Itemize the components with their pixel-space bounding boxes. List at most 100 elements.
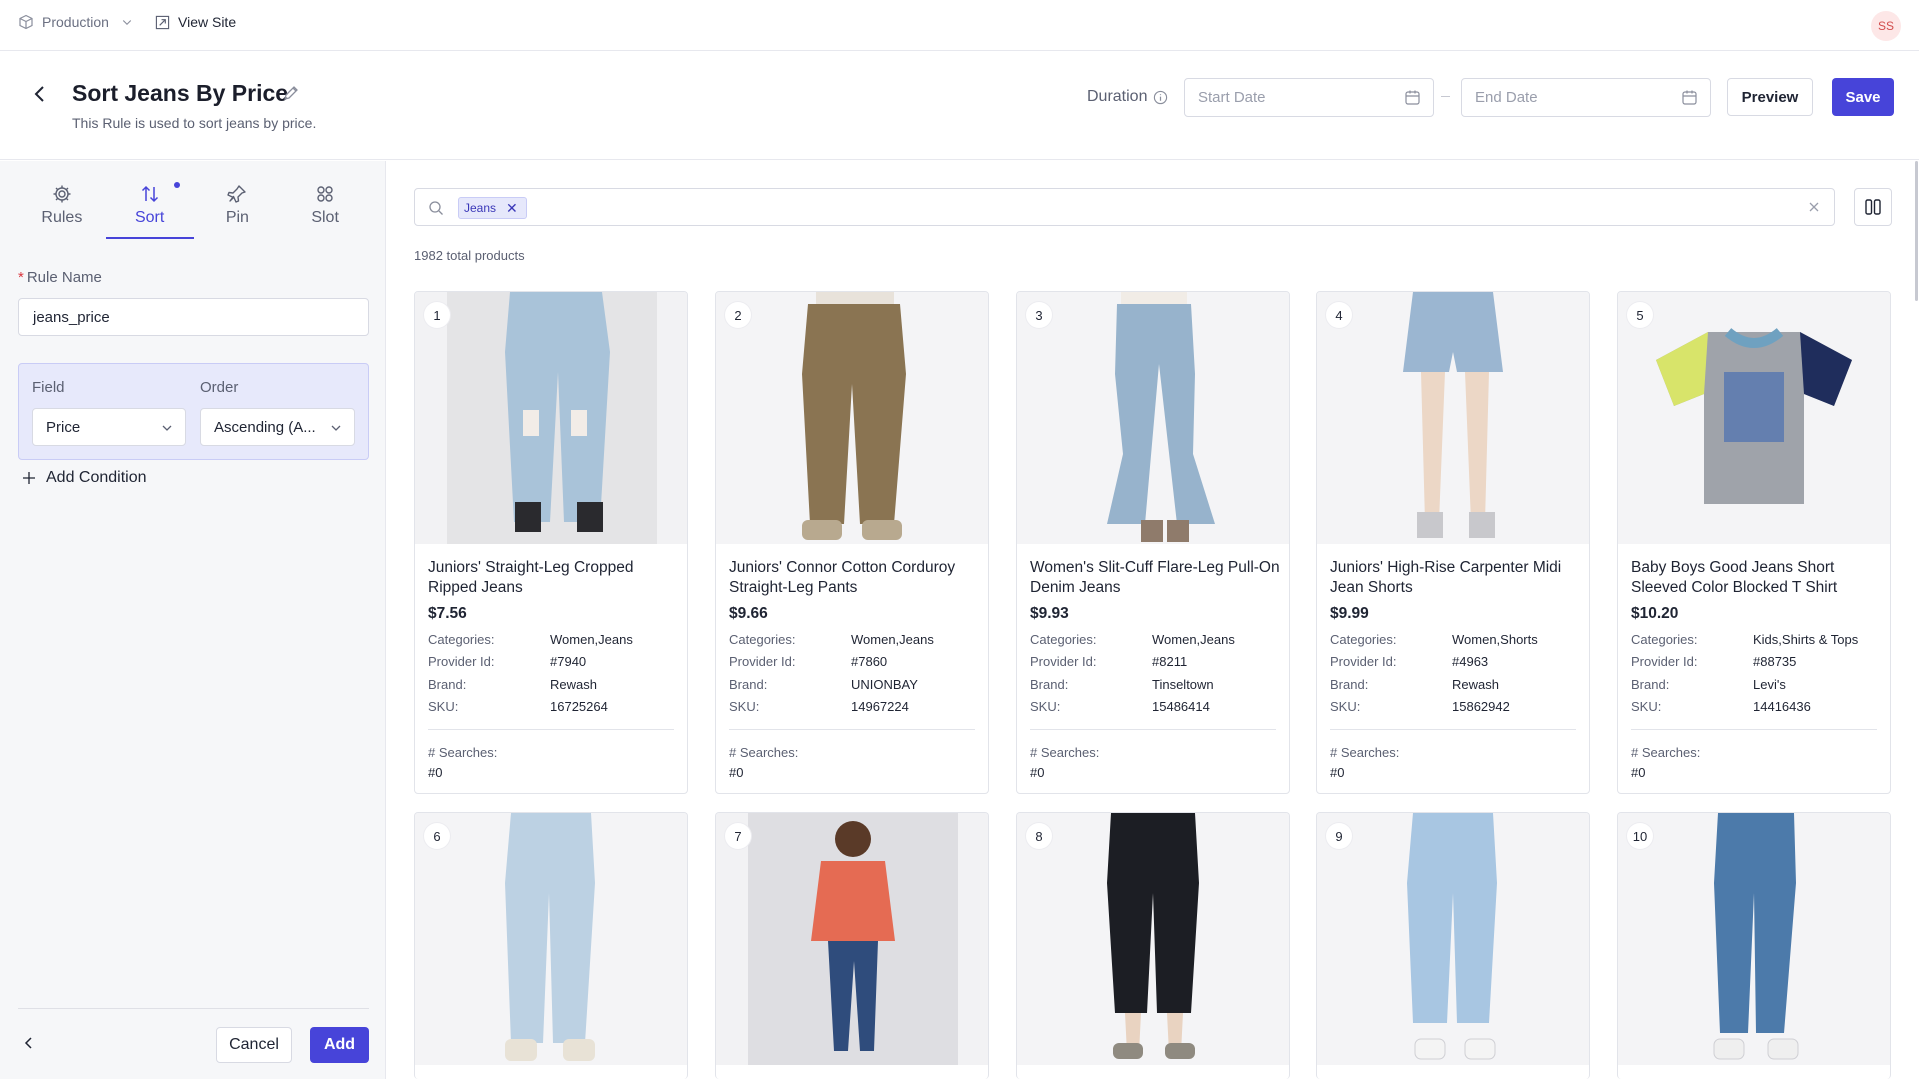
tab-slot-label: Slot [311,209,339,226]
brand-label: Brand: [1631,677,1670,692]
categories-value: Women,Jeans [851,632,934,647]
chevron-down-icon [122,20,132,26]
add-condition-button[interactable]: Add Condition [22,469,147,487]
product-search[interactable]: Jeans ✕ [414,188,1835,226]
avatar[interactable]: SS [1871,11,1901,41]
collapse-panel-icon[interactable] [20,1034,38,1052]
sku-value: 16725264 [550,699,608,714]
product-price: $7.56 [428,605,467,622]
searches-label: # Searches: [729,745,799,760]
pencil-icon[interactable] [282,84,300,102]
product-card[interactable]: 10 [1617,812,1891,1079]
tab-sort[interactable]: Sort [105,175,194,239]
field-select[interactable]: Price [32,408,186,446]
searches-label: # Searches: [1631,745,1701,760]
tab-rules-label: Rules [41,209,83,226]
provider-id-value: #88735 [1753,654,1797,669]
remove-chip-icon[interactable]: ✕ [506,200,518,217]
jeans-illustration [415,813,687,1065]
product-card[interactable]: 1 Juniors' Straight-Leg Cropped Ripped J… [414,291,688,794]
product-card[interactable]: 4 Juniors' High-Rise Carpenter Midi Jean… [1316,291,1590,794]
environment-selector[interactable]: Production [18,14,133,30]
calendar-icon [1405,90,1420,105]
product-price: $9.99 [1330,605,1369,622]
sku-value: 15862942 [1452,699,1510,714]
pants-illustration [716,292,988,544]
searches-value: #0 [1030,765,1045,780]
product-image: 2 [716,292,988,544]
preview-button[interactable]: Preview [1727,78,1813,116]
start-date-input[interactable]: Start Date [1184,78,1434,117]
save-button[interactable]: Save [1832,78,1894,116]
product-name: Baby Boys Good Jeans Short Sleeved Color… [1631,559,1838,596]
tab-rules[interactable]: Rules [18,175,106,239]
view-site-label: View Site [178,14,237,30]
info-icon[interactable] [1153,90,1168,105]
searches-label: # Searches: [1330,745,1400,760]
rule-name-label: * Rule Name [18,269,102,286]
plus-icon [23,472,35,484]
duration-text: Duration [1087,88,1148,105]
product-image: 4 [1317,292,1589,544]
column-layout-button[interactable] [1854,188,1892,226]
product-name: Juniors' Straight-Leg Cropped Ripped Jea… [428,559,634,596]
end-date-input[interactable]: End Date [1461,78,1711,117]
brand-label: Brand: [729,677,768,692]
rank-badge: 2 [725,302,751,328]
product-card[interactable]: 7 [715,812,989,1079]
brand-label: Brand: [1030,677,1069,692]
product-image: 10 [1618,813,1890,1065]
sku-label: SKU: [428,699,459,714]
scrollbar[interactable] [1915,161,1918,301]
back-arrow-icon[interactable] [28,82,52,106]
provider-id-value: #7860 [851,654,888,669]
rank-badge: 7 [725,823,751,849]
product-card[interactable]: 9 [1316,812,1590,1079]
view-site-link[interactable]: View Site [155,14,236,30]
cube-icon [19,14,33,30]
sku-label: SKU: [1330,699,1361,714]
product-card[interactable]: 3 Women's Slit-Cuff Flare-Leg Pull-On De… [1016,291,1290,794]
panel-divider [18,1008,369,1009]
rank-badge: 10 [1627,823,1653,849]
product-image: 9 [1317,813,1589,1065]
rule-editor-panel: Rules Sort Pin Slot * Rule Name jeans_pri… [0,161,386,1079]
provider-id-label: Provider Id: [428,654,495,669]
date-range-separator [1441,96,1450,97]
rule-name-input[interactable]: jeans_price [18,298,369,336]
rank-badge: 1 [424,302,450,328]
categories-label: Categories: [428,632,495,647]
product-image: 1 [415,292,687,544]
product-card[interactable]: 2 Juniors' Connor Cotton Corduroy Straig… [715,291,989,794]
brand-value: Rewash [1452,677,1499,692]
chevron-down-icon [331,425,341,431]
add-button[interactable]: Add [310,1027,369,1063]
provider-id-value: #7940 [550,654,587,669]
capri-jeans-illustration [1317,813,1589,1065]
duration-label: Duration [1087,88,1168,106]
columns-icon [1865,199,1881,215]
categories-value: Women,Jeans [1152,632,1235,647]
categories-value: Kids,Shirts & Tops [1753,632,1859,647]
product-image: 5 [1618,292,1890,544]
cancel-button[interactable]: Cancel [216,1027,292,1063]
rank-badge: 4 [1326,302,1352,328]
order-select[interactable]: Ascending (A... [200,408,355,446]
rank-badge: 6 [424,823,450,849]
searches-value: #0 [729,765,744,780]
clear-search-icon[interactable] [1806,199,1822,215]
product-card[interactable]: 8 [1016,812,1290,1079]
product-name: Juniors' High-Rise Carpenter Midi Jean S… [1330,559,1562,596]
tab-slot[interactable]: Slot [281,175,369,239]
sku-label: SKU: [729,699,760,714]
black-jeans-illustration [1017,813,1289,1065]
categories-value: Women,Shorts [1452,632,1538,647]
flare-jeans-illustration [1017,292,1289,544]
search-chip[interactable]: Jeans ✕ [458,197,527,219]
order-label: Order [200,379,239,396]
card-divider [1631,729,1877,730]
sort-arrows-icon [141,185,158,203]
product-card[interactable]: 6 [414,812,688,1079]
product-card[interactable]: 5 Baby Boys Good Jeans Short Sleeved Col… [1617,291,1891,794]
tab-pin[interactable]: Pin [194,175,282,239]
